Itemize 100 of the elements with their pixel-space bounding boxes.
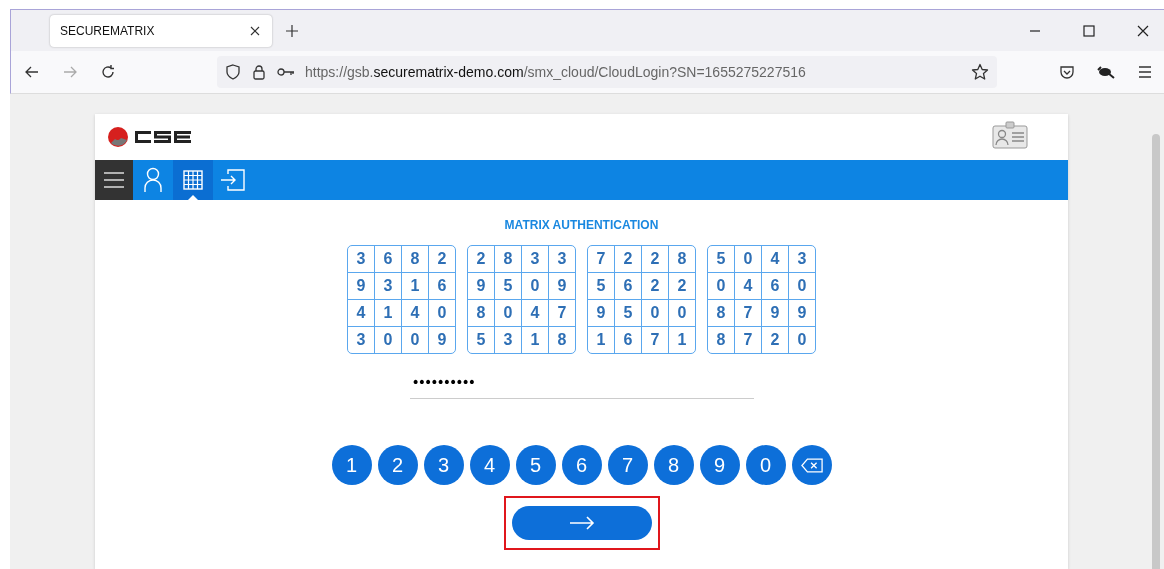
matrix-cell: 0 bbox=[668, 299, 695, 326]
lock-icon bbox=[251, 64, 267, 80]
matrix-cell: 5 bbox=[468, 326, 494, 353]
matrix-cell-text: 7 bbox=[595, 249, 607, 269]
matrix-cell: 3 bbox=[348, 326, 374, 353]
address-bar[interactable]: https://gsb.securematrix-demo.com/smx_cloud/CloudLogin?SN=1655275227516 bbox=[217, 56, 997, 88]
matrix-cell: 3 bbox=[521, 246, 548, 272]
id-card-icon[interactable] bbox=[992, 121, 1028, 149]
backspace-icon bbox=[800, 457, 823, 473]
matrix-cell: 0 bbox=[494, 299, 521, 326]
scrollbar[interactable] bbox=[1152, 134, 1160, 569]
matrix-cell: 5 bbox=[494, 272, 521, 299]
login-icon bbox=[220, 169, 246, 191]
matrix-cell: 7 bbox=[734, 326, 761, 353]
matrix-cell: 9 bbox=[548, 272, 575, 299]
url-text: https://gsb.securematrix-demo.com/smx_cloud/CloudLogin?SN=1655275227516 bbox=[305, 64, 806, 80]
matrix-cell: 3 bbox=[548, 246, 575, 272]
digit-key[interactable]: 4 bbox=[469, 445, 510, 485]
matrix-cell: 8 bbox=[668, 246, 695, 272]
matrix-cell: 6 bbox=[614, 272, 641, 299]
matrix-cell: 8 bbox=[708, 299, 734, 326]
matrix-cell: 1 bbox=[521, 326, 548, 353]
matrix-cell: 3 bbox=[788, 246, 815, 272]
digit-key[interactable]: 0 bbox=[745, 445, 786, 485]
matrix-cell: 4 bbox=[761, 246, 788, 272]
digit-key[interactable]: 1 bbox=[331, 445, 372, 485]
close-icon[interactable] bbox=[1137, 24, 1149, 37]
matrix-cell: 0 bbox=[734, 246, 761, 272]
matrix-cell: 0 bbox=[401, 326, 428, 353]
matrix-cell: 6 bbox=[761, 272, 788, 299]
matrix-cell: 0 bbox=[521, 272, 548, 299]
matrix-cell: 1 bbox=[668, 326, 695, 353]
matrix-cell-text: 5 bbox=[715, 249, 727, 269]
matrix-cell: 2 bbox=[641, 272, 668, 299]
grid-icon bbox=[183, 170, 203, 190]
matrix-cell-text: 3 bbox=[355, 249, 367, 269]
menu-icon[interactable] bbox=[1137, 64, 1153, 80]
digit-key[interactable]: 9 bbox=[699, 445, 740, 485]
user-icon bbox=[144, 167, 162, 193]
matrix-cell: 9 bbox=[761, 299, 788, 326]
section-title: MATRIX AUTHENTICATION bbox=[504, 218, 659, 232]
extension-icon[interactable] bbox=[1097, 64, 1115, 80]
matrix-cell: 0 bbox=[708, 272, 734, 299]
browser-tab[interactable]: SECUREMATRIX bbox=[50, 14, 272, 47]
nav-tab[interactable] bbox=[173, 160, 213, 200]
matrix-cell: 4 bbox=[734, 272, 761, 299]
matrix-cell: 1 bbox=[588, 326, 614, 353]
matrix-cell: 1 bbox=[374, 299, 401, 326]
maximize-icon[interactable] bbox=[1083, 24, 1095, 37]
key-icon bbox=[277, 67, 295, 77]
digit-key[interactable]: 7 bbox=[607, 445, 648, 485]
matrix-cell: 2 bbox=[614, 246, 641, 272]
back-icon[interactable] bbox=[24, 64, 40, 80]
matrix-cell: 7 bbox=[734, 299, 761, 326]
star-icon[interactable] bbox=[971, 63, 989, 81]
matrix-cell: 2 bbox=[668, 272, 695, 299]
tab-title: SECUREMATRIX bbox=[60, 23, 156, 38]
matrix-cell: 0 bbox=[788, 326, 815, 353]
matrix-cell: 8 bbox=[468, 299, 494, 326]
matrix-cell: 4 bbox=[401, 299, 428, 326]
pocket-icon[interactable] bbox=[1059, 64, 1075, 80]
matrix-cell: 8 bbox=[708, 326, 734, 353]
matrix-cell: 1 bbox=[401, 272, 428, 299]
digit-key[interactable]: 3 bbox=[423, 445, 464, 485]
matrix-cell: 9 bbox=[788, 299, 815, 326]
close-icon[interactable] bbox=[250, 25, 260, 36]
matrix-cell: 3 bbox=[374, 272, 401, 299]
matrix-cell: 2 bbox=[428, 246, 455, 272]
nav-tab[interactable] bbox=[95, 160, 133, 200]
submit-button[interactable] bbox=[511, 506, 652, 540]
matrix-cell: 4 bbox=[348, 299, 374, 326]
arrow-icon bbox=[568, 516, 595, 530]
shield-icon bbox=[225, 64, 241, 80]
digit-key[interactable]: 6 bbox=[561, 445, 602, 485]
digit-key[interactable]: 8 bbox=[653, 445, 694, 485]
reload-icon[interactable] bbox=[100, 64, 116, 80]
matrix-cell: 9 bbox=[468, 272, 494, 299]
matrix-cell: 2 bbox=[761, 326, 788, 353]
backspace-button[interactable] bbox=[791, 445, 832, 485]
matrix-cell: 8 bbox=[494, 246, 521, 272]
new-tab-icon[interactable] bbox=[286, 24, 298, 37]
matrix-cell: 8 bbox=[548, 326, 575, 353]
matrix-cell: 6 bbox=[428, 272, 455, 299]
password-field[interactable]: •••••••••• bbox=[409, 370, 754, 399]
matrix-cell: 5 bbox=[614, 299, 641, 326]
digit-key[interactable]: 5 bbox=[515, 445, 556, 485]
matrix-cell: 9 bbox=[588, 299, 614, 326]
matrix-cell: 0 bbox=[641, 299, 668, 326]
matrix-cell: 7 bbox=[641, 326, 668, 353]
matrix-cell: 4 bbox=[521, 299, 548, 326]
matrix-cell: 3 bbox=[494, 326, 521, 353]
matrix-cell: 6 bbox=[374, 246, 401, 272]
matrix-cell-text: 2 bbox=[475, 249, 487, 269]
matrix-cell: 6 bbox=[614, 326, 641, 353]
menu-icon bbox=[103, 170, 125, 190]
matrix-cell: 9 bbox=[348, 272, 374, 299]
matrix-cell: 0 bbox=[788, 272, 815, 299]
matrix-cell: 7 bbox=[548, 299, 575, 326]
matrix-cell: 0 bbox=[374, 326, 401, 353]
digit-key[interactable]: 2 bbox=[377, 445, 418, 485]
